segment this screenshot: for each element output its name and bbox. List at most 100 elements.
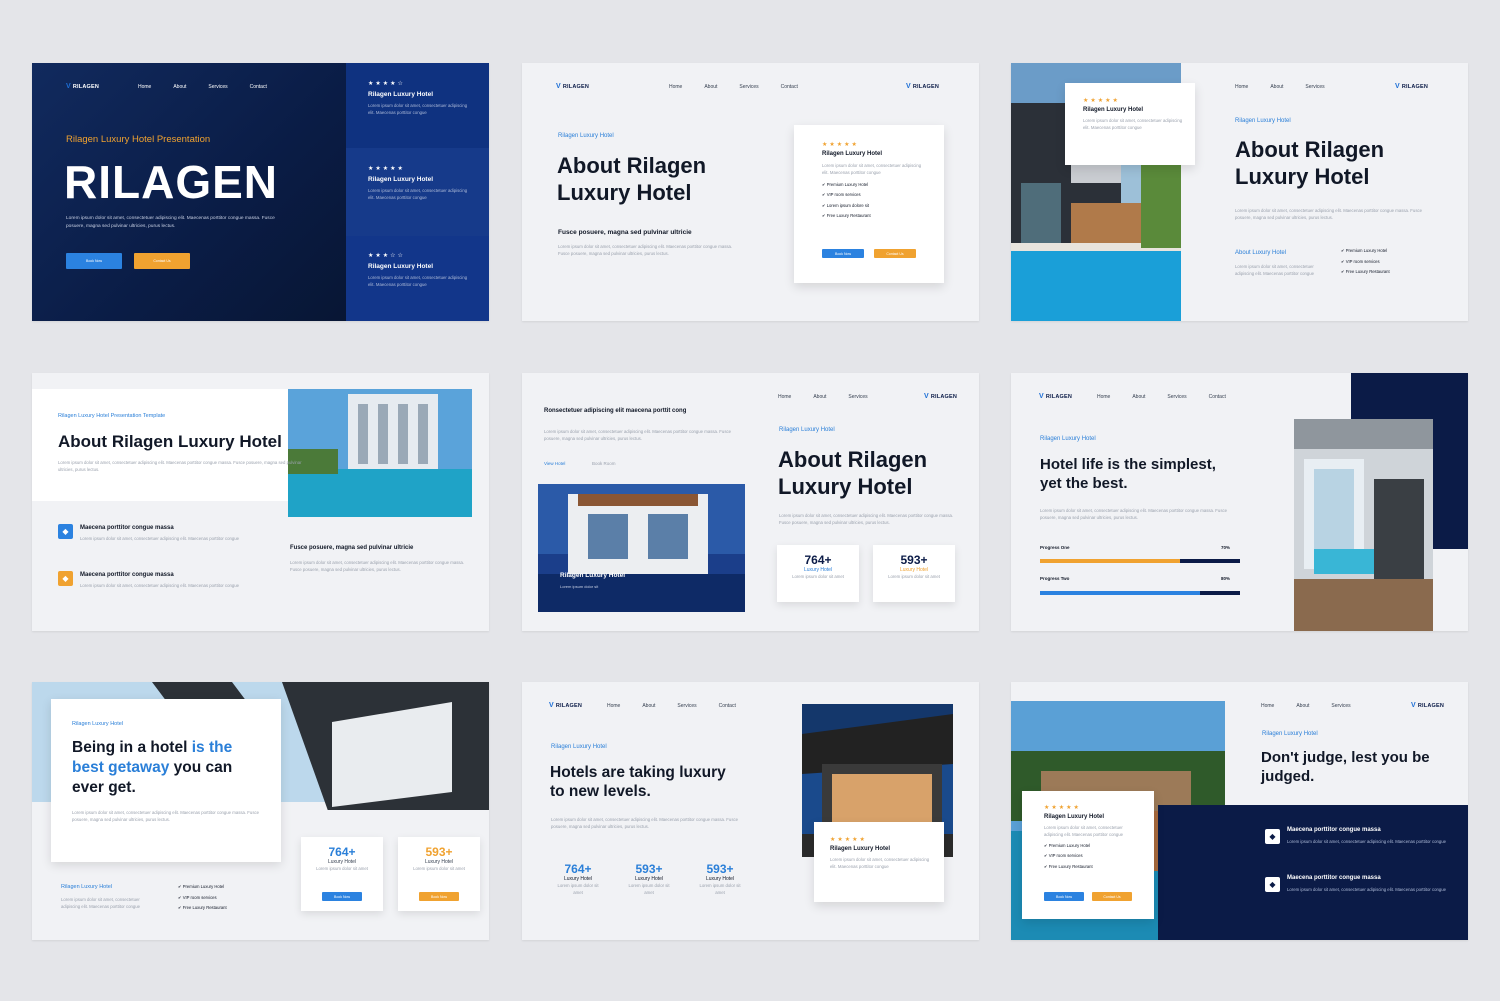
description: Lorem ipsum dolor sit amet, consectetuer… bbox=[779, 513, 954, 526]
nav-about[interactable]: About bbox=[1132, 394, 1145, 400]
brand-logo: V RILAGEN bbox=[1411, 702, 1445, 709]
eyebrow: Rilagen Luxury Hotel bbox=[1262, 731, 1318, 737]
item-2-text: Lorem ipsum dolor sit amet, consectetuer… bbox=[80, 583, 240, 588]
nav-home[interactable]: Home bbox=[607, 703, 620, 709]
headline-part-3: ever get. bbox=[72, 779, 136, 796]
book-now-button[interactable]: Book Now bbox=[1044, 892, 1084, 901]
nav-services[interactable]: Services bbox=[677, 703, 696, 709]
item-2-text: Lorem ipsum dolor sit amet, consectetuer… bbox=[1287, 887, 1447, 892]
nav-home[interactable]: Home bbox=[669, 84, 682, 90]
nav-contact[interactable]: Contact bbox=[250, 84, 267, 90]
item-1-icon: ◆ bbox=[58, 524, 73, 539]
logo-icon: V bbox=[1395, 83, 1400, 90]
check-item: VIP room services bbox=[1341, 257, 1390, 268]
brand-logo: V RILAGEN bbox=[549, 702, 583, 709]
eyebrow: Rilagen Luxury Hotel bbox=[558, 133, 614, 139]
nav-services[interactable]: Services bbox=[739, 84, 758, 90]
nav-about[interactable]: About bbox=[813, 394, 826, 400]
book-now-button[interactable]: Book Now bbox=[66, 253, 122, 269]
item-2-title: Maecena porttitor congue massa bbox=[80, 572, 174, 578]
nav-services[interactable]: Services bbox=[1305, 84, 1324, 90]
nav-contact[interactable]: Contact bbox=[1209, 394, 1226, 400]
sub-text: Lorem ipsum dolor sit amet, consectetuer… bbox=[61, 897, 141, 910]
slide-2-about[interactable]: V RILAGEN Home About Services Contact V RI… bbox=[522, 63, 979, 321]
nav-home[interactable]: Home bbox=[1235, 84, 1248, 90]
nav-about[interactable]: About bbox=[704, 84, 717, 90]
nav-home[interactable]: Home bbox=[778, 394, 791, 400]
rating-stars: ★★★★★ bbox=[830, 837, 867, 843]
tower-pool-photo bbox=[288, 389, 472, 517]
card-text: Lorem ipsum dolor sit amet, consectetuer… bbox=[822, 163, 922, 176]
eyebrow: Rilagen Luxury Hotel bbox=[779, 427, 835, 433]
nav-about[interactable]: About bbox=[1296, 703, 1309, 709]
nav-contact[interactable]: Contact bbox=[719, 703, 736, 709]
nav-home[interactable]: Home bbox=[1097, 394, 1110, 400]
slide-6-progress[interactable]: V RILAGEN Home About Services Contact Ril… bbox=[1011, 373, 1468, 631]
logo-icon: V bbox=[1411, 702, 1416, 709]
rating-stars: ★★★★★ bbox=[1083, 98, 1120, 104]
nav-about[interactable]: About bbox=[173, 84, 186, 90]
slide-1-cover[interactable]: V RILAGEN Home About Services Contact Ril… bbox=[32, 63, 489, 321]
logo-icon: V bbox=[66, 83, 71, 90]
nav-services[interactable]: Services bbox=[208, 84, 227, 90]
slide-7-getaway[interactable]: Rilagen Luxury Hotel Being in a hotel is… bbox=[32, 682, 489, 940]
rating-stars: ★★★★★ bbox=[368, 166, 405, 172]
nav-contact[interactable]: Contact bbox=[781, 84, 798, 90]
title-line-1: About Rilagen bbox=[557, 153, 707, 178]
stat-text: Lorem ipsum dolor sit amet bbox=[557, 883, 599, 896]
book-now-button[interactable]: Book Now bbox=[322, 892, 362, 901]
contact-us-button[interactable]: Contact Us bbox=[134, 253, 190, 269]
logo-icon: V bbox=[906, 83, 911, 90]
description: Lorem ipsum dolor sit amet, consectetuer… bbox=[58, 460, 302, 473]
cover-description: Lorem ipsum dolor sit amet, consectetuer… bbox=[66, 216, 275, 230]
card-title: Rilagen Luxury Hotel bbox=[368, 91, 434, 98]
logo-icon: V bbox=[1039, 393, 1044, 400]
nav-home[interactable]: Home bbox=[1261, 703, 1274, 709]
card-text: Lorem ipsum dolor sit amet, consectetuer… bbox=[368, 103, 468, 116]
description: Lorem ipsum dolor sit amet, consectetuer… bbox=[72, 810, 260, 823]
card-text: Lorem ipsum dolor sit amet, consectetuer… bbox=[1044, 825, 1124, 838]
slide-9-dont-judge[interactable]: ★★★★★ Rilagen Luxury Hotel Lorem ipsum d… bbox=[1011, 682, 1468, 940]
slide-5-about-stats[interactable]: Ronsectetuer adipiscing elit maecena por… bbox=[522, 373, 979, 631]
title-line-1: About Rilagen bbox=[1235, 137, 1385, 162]
card-title: Rilagen Luxury Hotel bbox=[822, 151, 883, 157]
contact-us-button[interactable]: Contact Us bbox=[874, 249, 916, 258]
nav-about[interactable]: About bbox=[1270, 84, 1283, 90]
logo-icon: V bbox=[924, 393, 929, 400]
slide-4-about-template[interactable]: Rilagen Luxury Hotel Presentation Templa… bbox=[32, 373, 489, 631]
rating-card: ★★★★★ Rilagen Luxury Hotel Lorem ipsum d… bbox=[1065, 83, 1195, 165]
card-title: Rilagen Luxury Hotel bbox=[368, 263, 434, 270]
brand-logo: V RILAGEN bbox=[1395, 83, 1429, 90]
headline: Being in a hotel is the best getaway you… bbox=[72, 738, 277, 798]
item-1-title: Maecena porttitor congue massa bbox=[1287, 827, 1381, 833]
book-room-link[interactable]: Book Room bbox=[592, 461, 616, 466]
progress-one-fill bbox=[1040, 559, 1180, 563]
item-1-title: Maecena porttitor congue massa bbox=[80, 525, 174, 531]
nav-home[interactable]: Home bbox=[138, 84, 151, 90]
top-nav: Home About Services bbox=[1261, 703, 1351, 709]
book-now-button[interactable]: Book Now bbox=[822, 249, 864, 258]
book-now-button-2[interactable]: Book Now bbox=[419, 892, 459, 901]
slide-8-luxury-levels[interactable]: V RILAGEN Home About Services Contact Ril… bbox=[522, 682, 979, 940]
description: Lorem ipsum dolor sit amet, consectetuer… bbox=[558, 244, 733, 257]
view-hotel-link[interactable]: View Hotel bbox=[544, 461, 565, 466]
title: About Rilagen Luxury Hotel bbox=[58, 432, 282, 451]
item-2-title: Maecena porttitor congue massa bbox=[1287, 875, 1381, 881]
nav-services[interactable]: Services bbox=[1167, 394, 1186, 400]
description: Lorem ipsum dolor sit amet, consectetuer… bbox=[551, 817, 739, 830]
check-item: Free Luxury Restaurant bbox=[822, 211, 944, 222]
cover-eyebrow: Rilagen Luxury Hotel Presentation bbox=[66, 134, 211, 145]
nav-about[interactable]: About bbox=[642, 703, 655, 709]
sub-text: Lorem ipsum dolor sit amet, consectetuer… bbox=[1235, 264, 1315, 277]
progress-two-value: 80% bbox=[1221, 576, 1231, 581]
nav-services[interactable]: Services bbox=[1331, 703, 1350, 709]
sub-text: Lorem ipsum dolor sit amet, consectetuer… bbox=[290, 560, 465, 573]
progress-one-value: 70% bbox=[1221, 545, 1231, 550]
slide-3-about-photo[interactable]: ★★★★★ Rilagen Luxury Hotel Lorem ipsum d… bbox=[1011, 63, 1468, 321]
nav-services[interactable]: Services bbox=[848, 394, 867, 400]
contact-us-button[interactable]: Contact Us bbox=[1092, 892, 1132, 901]
item-2-icon: ◆ bbox=[58, 571, 73, 586]
top-text: Lorem ipsum dolor sit amet, consectetuer… bbox=[544, 429, 732, 442]
checklist: Premium Luxury Hotel VIP room services L… bbox=[822, 180, 944, 222]
stat-3: 593+ Luxury Hotel Lorem ipsum dolor sit … bbox=[695, 862, 745, 897]
